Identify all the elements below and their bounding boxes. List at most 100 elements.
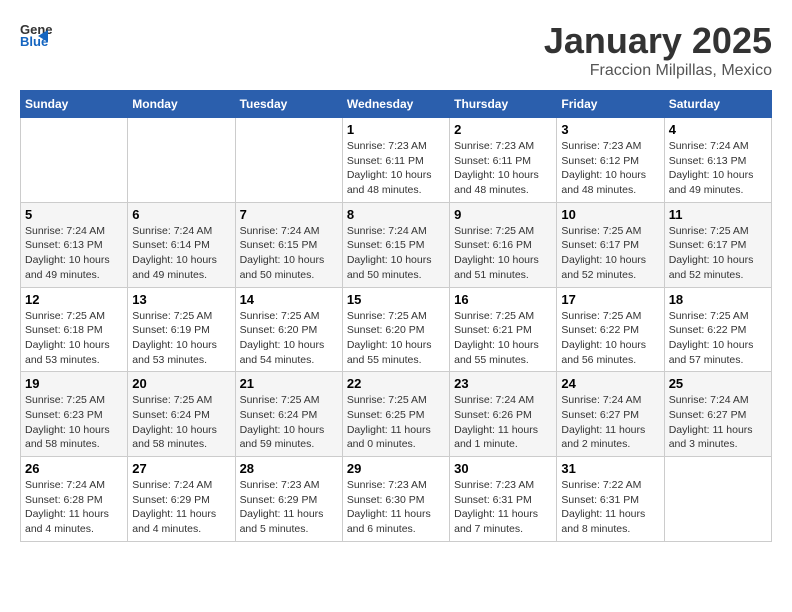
day-cell: 22 Sunrise: 7:25 AM Sunset: 6:25 PM Dayli…	[342, 372, 449, 457]
day-cell: 23 Sunrise: 7:24 AM Sunset: 6:26 PM Dayli…	[450, 372, 557, 457]
day-cell: 5 Sunrise: 7:24 AM Sunset: 6:13 PM Daylig…	[21, 202, 128, 287]
day-cell: 29Sunrise: 7:23 AM Sunset: 6:30 PM Dayli…	[342, 457, 449, 542]
day-number: 29	[347, 461, 445, 476]
day-info: Sunrise: 7:23 AM Sunset: 6:11 PM Dayligh…	[347, 139, 445, 198]
day-info: Sunrise: 7:25 AM Sunset: 6:22 PM Dayligh…	[561, 309, 659, 368]
day-cell: 18 Sunrise: 7:25 AM Sunset: 6:22 PM Dayli…	[664, 287, 771, 372]
day-number: 22	[347, 376, 445, 391]
day-number: 25	[669, 376, 767, 391]
day-cell: 28 Sunrise: 7:23 AM Sunset: 6:29 PM Dayli…	[235, 457, 342, 542]
day-cell: 6 Sunrise: 7:24 AM Sunset: 6:14 PM Daylig…	[128, 202, 235, 287]
col-friday: Friday	[557, 91, 664, 118]
day-cell: 25 Sunrise: 7:24 AM Sunset: 6:27 PM Dayli…	[664, 372, 771, 457]
day-cell	[21, 118, 128, 203]
day-number: 11	[669, 207, 767, 222]
day-info: Sunrise: 7:25 AM Sunset: 6:25 PM Dayligh…	[347, 393, 445, 452]
day-cell: 7Sunrise: 7:24 AM Sunset: 6:15 PM Daylig…	[235, 202, 342, 287]
day-number: 6	[132, 207, 230, 222]
day-info: Sunrise: 7:25 AM Sunset: 6:24 PM Dayligh…	[240, 393, 338, 452]
day-info: Sunrise: 7:23 AM Sunset: 6:31 PM Dayligh…	[454, 478, 552, 537]
day-cell: 3 Sunrise: 7:23 AM Sunset: 6:12 PM Daylig…	[557, 118, 664, 203]
day-cell: 19 Sunrise: 7:25 AM Sunset: 6:23 PM Dayli…	[21, 372, 128, 457]
day-number: 20	[132, 376, 230, 391]
day-cell: 8 Sunrise: 7:24 AM Sunset: 6:15 PM Daylig…	[342, 202, 449, 287]
day-cell: 12 Sunrise: 7:25 AM Sunset: 6:18 PM Dayli…	[21, 287, 128, 372]
day-info: Sunrise: 7:24 AM Sunset: 6:14 PM Dayligh…	[132, 224, 230, 283]
day-info: Sunrise: 7:24 AM Sunset: 6:13 PM Dayligh…	[669, 139, 767, 198]
day-number: 31	[561, 461, 659, 476]
week-row-5: 26 Sunrise: 7:24 AM Sunset: 6:28 PM Dayli…	[21, 457, 772, 542]
day-cell: 10 Sunrise: 7:25 AM Sunset: 6:17 PM Dayli…	[557, 202, 664, 287]
day-info: Sunrise: 7:24 AM Sunset: 6:13 PM Dayligh…	[25, 224, 123, 283]
day-cell: 4 Sunrise: 7:24 AM Sunset: 6:13 PM Daylig…	[664, 118, 771, 203]
day-info: Sunrise: 7:24 AM Sunset: 6:27 PM Dayligh…	[561, 393, 659, 452]
day-number: 2	[454, 122, 552, 137]
day-number: 23	[454, 376, 552, 391]
day-cell: 20 Sunrise: 7:25 AM Sunset: 6:24 PM Dayli…	[128, 372, 235, 457]
day-number: 18	[669, 292, 767, 307]
day-cell: 14Sunrise: 7:25 AM Sunset: 6:20 PM Dayli…	[235, 287, 342, 372]
day-number: 21	[240, 376, 338, 391]
day-number: 28	[240, 461, 338, 476]
day-info: Sunrise: 7:25 AM Sunset: 6:17 PM Dayligh…	[669, 224, 767, 283]
calendar-table: Sunday Monday Tuesday Wednesday Thursday…	[20, 90, 772, 542]
day-info: Sunrise: 7:24 AM Sunset: 6:15 PM Dayligh…	[240, 224, 338, 283]
day-info: Sunrise: 7:24 AM Sunset: 6:28 PM Dayligh…	[25, 478, 123, 537]
day-cell: 9Sunrise: 7:25 AM Sunset: 6:16 PM Daylig…	[450, 202, 557, 287]
day-number: 1	[347, 122, 445, 137]
day-number: 26	[25, 461, 123, 476]
day-cell: 2 Sunrise: 7:23 AM Sunset: 6:11 PM Daylig…	[450, 118, 557, 203]
week-row-3: 12 Sunrise: 7:25 AM Sunset: 6:18 PM Dayli…	[21, 287, 772, 372]
col-sunday: Sunday	[21, 91, 128, 118]
day-cell: 21 Sunrise: 7:25 AM Sunset: 6:24 PM Dayli…	[235, 372, 342, 457]
day-info: Sunrise: 7:25 AM Sunset: 6:20 PM Dayligh…	[240, 309, 338, 368]
day-number: 3	[561, 122, 659, 137]
day-number: 9	[454, 207, 552, 222]
day-number: 8	[347, 207, 445, 222]
week-row-1: 1 Sunrise: 7:23 AM Sunset: 6:11 PM Daylig…	[21, 118, 772, 203]
day-info: Sunrise: 7:25 AM Sunset: 6:18 PM Dayligh…	[25, 309, 123, 368]
week-row-2: 5 Sunrise: 7:24 AM Sunset: 6:13 PM Daylig…	[21, 202, 772, 287]
day-cell: 26 Sunrise: 7:24 AM Sunset: 6:28 PM Dayli…	[21, 457, 128, 542]
day-cell: 16Sunrise: 7:25 AM Sunset: 6:21 PM Dayli…	[450, 287, 557, 372]
day-number: 12	[25, 292, 123, 307]
calendar-header: Sunday Monday Tuesday Wednesday Thursday…	[21, 91, 772, 118]
day-info: Sunrise: 7:25 AM Sunset: 6:22 PM Dayligh…	[669, 309, 767, 368]
title-area: January 2025 Fraccion Milpillas, Mexico	[544, 20, 772, 80]
day-info: Sunrise: 7:25 AM Sunset: 6:17 PM Dayligh…	[561, 224, 659, 283]
day-cell	[128, 118, 235, 203]
day-info: Sunrise: 7:24 AM Sunset: 6:27 PM Dayligh…	[669, 393, 767, 452]
day-cell: 1 Sunrise: 7:23 AM Sunset: 6:11 PM Daylig…	[342, 118, 449, 203]
day-info: Sunrise: 7:25 AM Sunset: 6:19 PM Dayligh…	[132, 309, 230, 368]
day-info: Sunrise: 7:22 AM Sunset: 6:31 PM Dayligh…	[561, 478, 659, 537]
day-number: 5	[25, 207, 123, 222]
day-info: Sunrise: 7:24 AM Sunset: 6:15 PM Dayligh…	[347, 224, 445, 283]
day-number: 15	[347, 292, 445, 307]
day-cell: 31 Sunrise: 7:22 AM Sunset: 6:31 PM Dayli…	[557, 457, 664, 542]
day-number: 10	[561, 207, 659, 222]
day-number: 13	[132, 292, 230, 307]
day-info: Sunrise: 7:25 AM Sunset: 6:24 PM Dayligh…	[132, 393, 230, 452]
day-info: Sunrise: 7:25 AM Sunset: 6:21 PM Dayligh…	[454, 309, 552, 368]
day-number: 27	[132, 461, 230, 476]
col-thursday: Thursday	[450, 91, 557, 118]
day-cell	[235, 118, 342, 203]
day-info: Sunrise: 7:23 AM Sunset: 6:11 PM Dayligh…	[454, 139, 552, 198]
calendar-subtitle: Fraccion Milpillas, Mexico	[544, 62, 772, 80]
day-info: Sunrise: 7:24 AM Sunset: 6:26 PM Dayligh…	[454, 393, 552, 452]
day-info: Sunrise: 7:23 AM Sunset: 6:12 PM Dayligh…	[561, 139, 659, 198]
day-number: 24	[561, 376, 659, 391]
day-info: Sunrise: 7:23 AM Sunset: 6:29 PM Dayligh…	[240, 478, 338, 537]
day-cell: 27Sunrise: 7:24 AM Sunset: 6:29 PM Dayli…	[128, 457, 235, 542]
day-number: 4	[669, 122, 767, 137]
logo-icon: General Blue	[20, 20, 52, 48]
day-info: Sunrise: 7:25 AM Sunset: 6:23 PM Dayligh…	[25, 393, 123, 452]
col-saturday: Saturday	[664, 91, 771, 118]
calendar-title: January 2025	[544, 20, 772, 62]
day-info: Sunrise: 7:25 AM Sunset: 6:20 PM Dayligh…	[347, 309, 445, 368]
day-number: 30	[454, 461, 552, 476]
day-number: 19	[25, 376, 123, 391]
header-row: Sunday Monday Tuesday Wednesday Thursday…	[21, 91, 772, 118]
col-wednesday: Wednesday	[342, 91, 449, 118]
header: General Blue January 2025 Fraccion Milpi…	[20, 20, 772, 80]
